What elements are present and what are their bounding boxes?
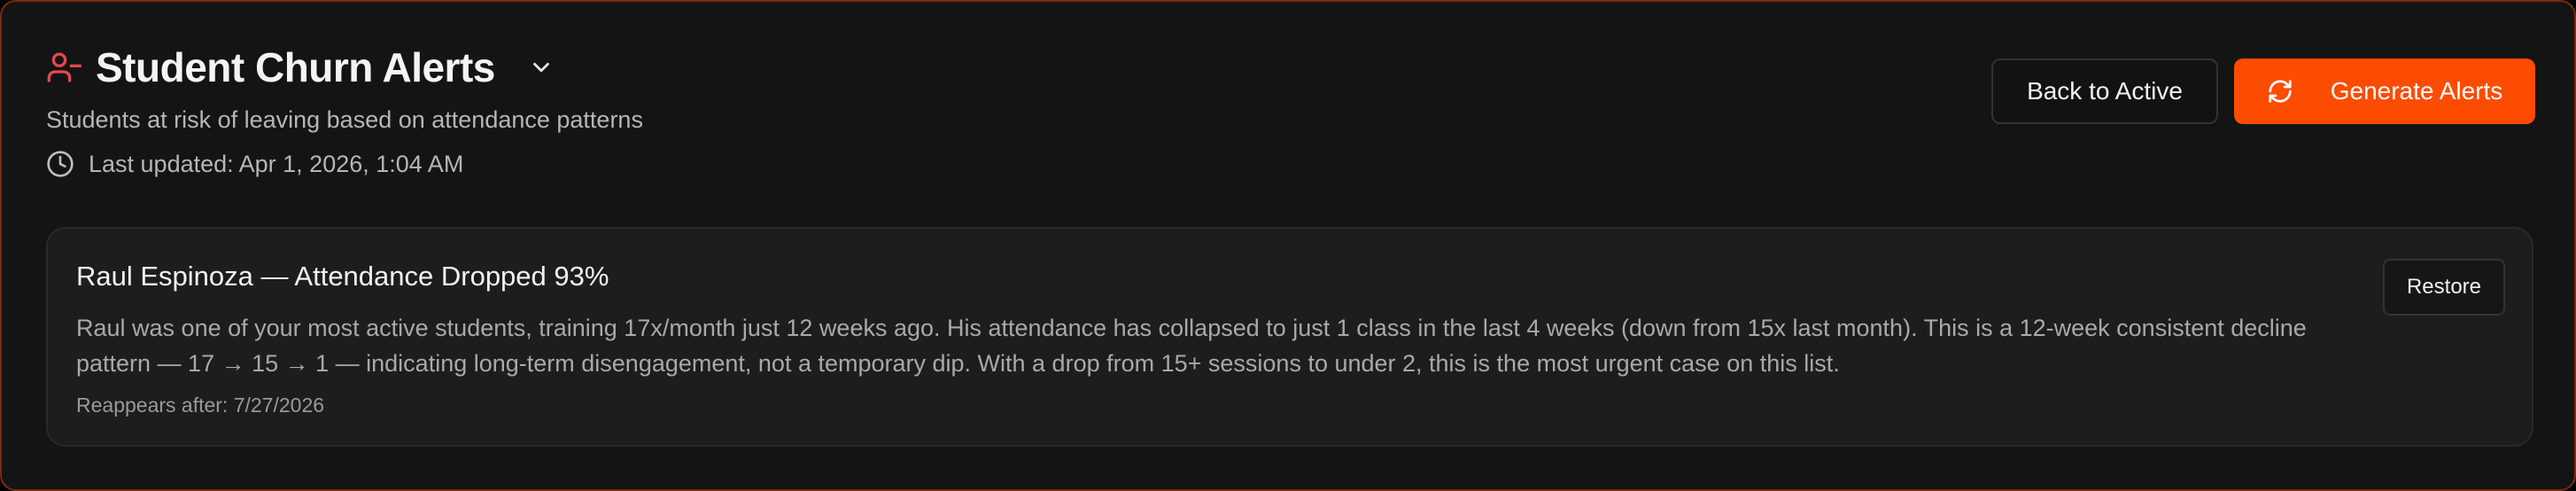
title-row: Student Churn Alerts — [46, 43, 561, 92]
last-updated-text: Last updated: Apr 1, 2026, 1:04 AM — [89, 150, 464, 177]
generate-alerts-label: Generate Alerts — [2330, 77, 2503, 105]
alert-title: Raul Espinoza — Attendance Dropped 93% — [76, 261, 609, 292]
alert-description: Raul was one of your most active student… — [76, 315, 2307, 377]
restore-button[interactable]: Restore — [2383, 259, 2505, 316]
restore-label: Restore — [2406, 275, 2482, 299]
alert-card: Raul Espinoza — Attendance Dropped 93% R… — [46, 227, 2533, 447]
clock-icon — [46, 149, 76, 179]
generate-alerts-button[interactable]: Generate Alerts — [2234, 58, 2535, 124]
back-to-active-button[interactable]: Back to Active — [1991, 58, 2218, 124]
chevron-down-icon[interactable] — [522, 48, 561, 87]
last-updated: Last updated: Apr 1, 2026, 1:04 AM — [46, 149, 463, 179]
alert-reappears-date: Reappears after: 7/27/2026 — [76, 394, 325, 417]
page-title: Student Churn Alerts — [96, 44, 495, 90]
churn-alerts-panel: Student Churn Alerts Students at risk of… — [0, 0, 2576, 491]
page-subtitle: Students at risk of leaving based on att… — [46, 106, 643, 133]
back-to-active-label: Back to Active — [2027, 77, 2183, 105]
refresh-icon — [2267, 77, 2295, 105]
user-minus-icon — [46, 48, 85, 87]
